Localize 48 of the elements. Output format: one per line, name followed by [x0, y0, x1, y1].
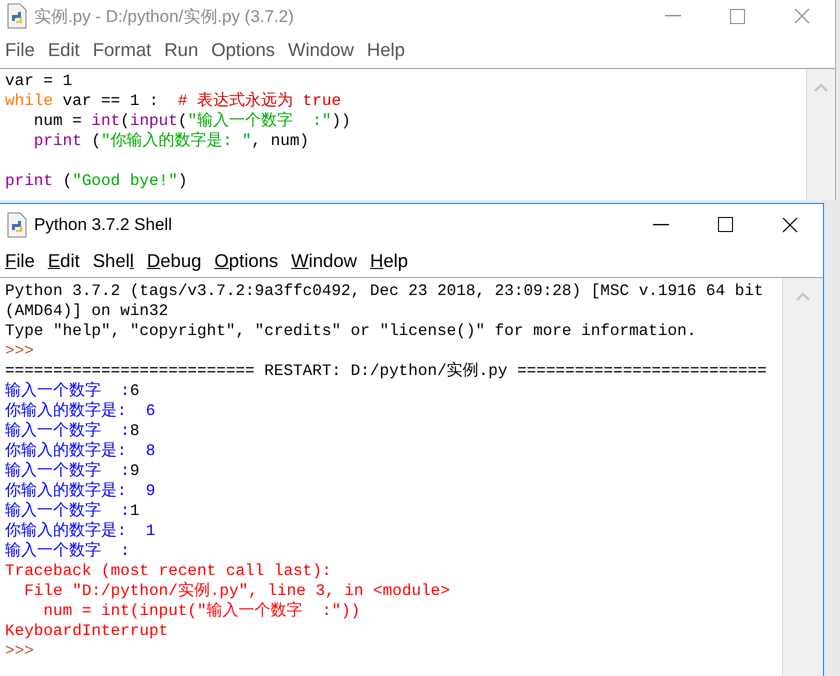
menu-item[interactable]: Debug — [146, 250, 202, 272]
shell-line: Type "help", "copyright", "credits" or "license()" for more information. — [5, 321, 696, 341]
menu-item[interactable]: Edit — [48, 39, 80, 61]
shell-line: KeyboardInterrupt — [5, 621, 168, 641]
code-line: var = 1 — [5, 71, 72, 91]
window-title: 实例.py - D:/python/实例.py (3.7.2) — [34, 6, 294, 28]
shell-line: 输入一个数字 :6 — [5, 381, 140, 401]
menu-item[interactable]: Shell — [92, 250, 134, 272]
menu-item[interactable]: Edit — [48, 250, 80, 272]
python-file-icon — [6, 212, 28, 238]
menu-item[interactable]: Window — [288, 39, 354, 61]
python-file-icon — [6, 3, 28, 29]
menu-item[interactable]: File — [5, 250, 35, 272]
shell-line: 输入一个数字 :1 — [5, 501, 140, 521]
shell-line: (AMD64)] on win32 — [5, 301, 168, 321]
window-title: Python 3.7.2 Shell — [34, 214, 172, 234]
code-line: print ("Good bye!") — [5, 171, 188, 191]
shell-line: Traceback (most recent call last): — [5, 561, 332, 581]
code-editor[interactable]: var = 1 while var == 1 : # 表达式永远为 true num = int(input("输入一个数字 :")) print ("你输入的数字是: ", num) print ("Good bye!") — [0, 69, 806, 200]
shell-line: num = int(input("输入一个数字 :")) — [42, 601, 360, 621]
shell-line: File "D:/python/实例.py", line 3, in <module> — [23, 581, 450, 601]
shell-line: 输入一个数字 :9 — [5, 461, 140, 481]
scrollbar[interactable] — [806, 69, 835, 200]
code-line: print ("你输入的数字是: ", num) — [32, 131, 310, 151]
code-line: num = int(input("输入一个数字 :")) — [32, 111, 351, 131]
shell-line: 输入一个数字 : — [5, 541, 130, 561]
shell-line: 你输入的数字是: 6 — [5, 401, 156, 421]
shell-line: 输入一个数字 :8 — [5, 421, 140, 441]
menu-item[interactable]: Run — [164, 39, 198, 61]
shell-line: >>> — [5, 641, 34, 661]
menu-item[interactable]: Help — [366, 39, 405, 61]
code-line: while var == 1 : # 表达式永远为 true — [5, 91, 342, 111]
close-icon[interactable] — [782, 216, 798, 232]
minimize-icon[interactable] — [653, 224, 669, 226]
shell-line: Python 3.7.2 (tags/v3.7.2:9a3ffc0492, Dec 23 2018, 23:09:28) [MSC v.1916 64 bit — [5, 281, 764, 301]
scrollbar[interactable] — [782, 278, 823, 676]
menu-item[interactable]: Format — [92, 39, 152, 61]
menu-item[interactable]: Window — [291, 250, 357, 272]
shell-line: 你输入的数字是: 8 — [5, 441, 156, 461]
menu-item[interactable]: Help — [370, 250, 408, 272]
shell-line: ========================== RESTART: D:/python/实例.py ========================== — [5, 361, 767, 381]
menu-item[interactable]: Options — [211, 39, 276, 61]
maximize-icon[interactable] — [718, 217, 733, 232]
shell-line: 你输入的数字是: 1 — [5, 521, 156, 541]
menu-item[interactable]: File — [5, 39, 35, 61]
shell-line: 你输入的数字是: 9 — [5, 481, 156, 501]
menu-item[interactable]: Options — [214, 250, 278, 272]
shell-line: >>> — [5, 341, 34, 361]
